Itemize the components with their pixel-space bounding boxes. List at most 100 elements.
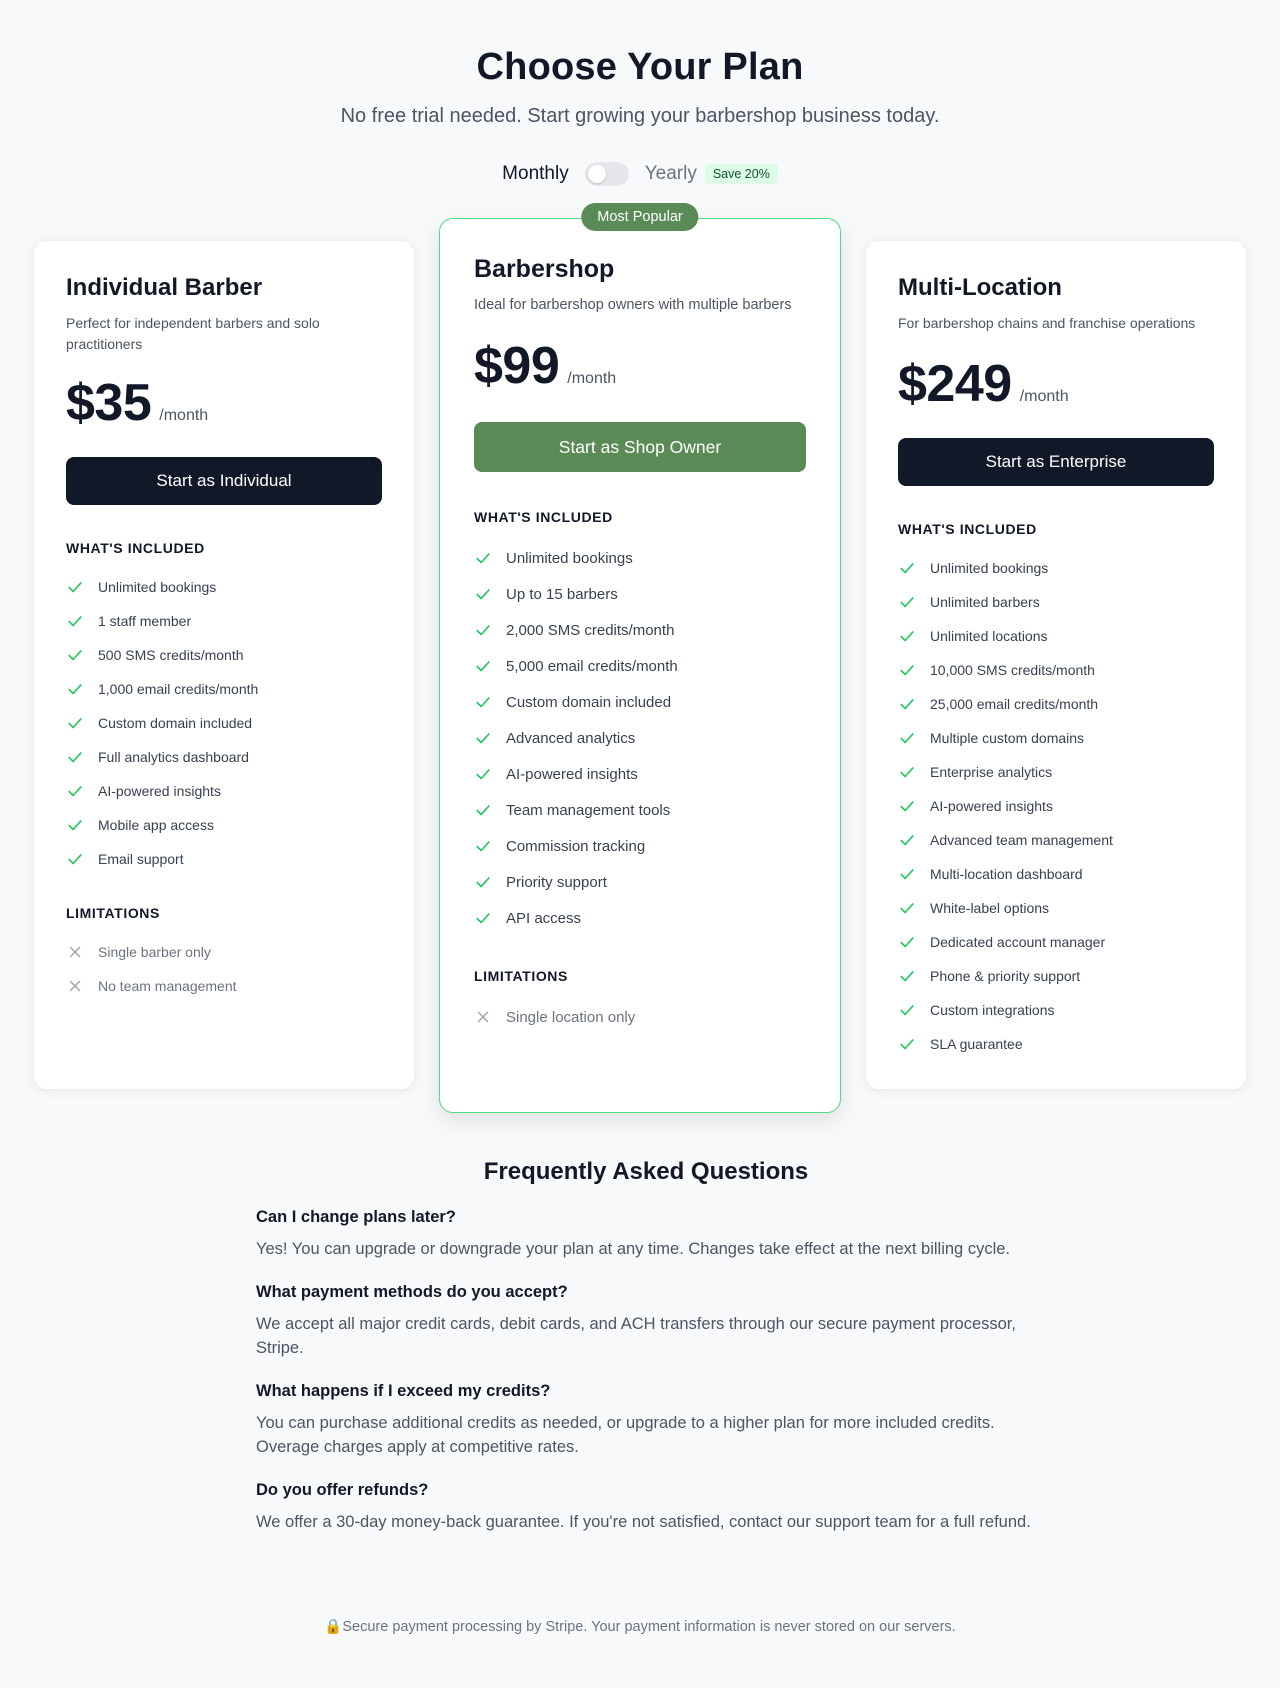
- check-icon: [900, 767, 914, 778]
- start-shop-owner-button[interactable]: Start as Shop Owner: [474, 422, 806, 472]
- feature-item: AI-powered insights: [66, 774, 382, 808]
- feature-item: API access: [474, 900, 806, 936]
- faq-item: What happens if I exceed my credits? You …: [256, 1382, 1036, 1459]
- feature-text: Up to 15 barbers: [506, 585, 618, 603]
- plan-period: /month: [567, 370, 617, 387]
- feature-item: Custom integrations: [898, 993, 1214, 1027]
- check-icon: [476, 697, 490, 708]
- faq-item: Can I change plans later? Yes! You can up…: [256, 1208, 1036, 1261]
- check-icon: [900, 699, 914, 710]
- limitation-text: No team management: [98, 978, 237, 994]
- check-icon: [900, 631, 914, 642]
- check-icon: [900, 869, 914, 880]
- plan-card-individual: Individual Barber Perfect for independen…: [33, 240, 415, 1090]
- faq-section: Frequently Asked Questions Can I change …: [256, 1158, 1036, 1534]
- save-badge: Save 20%: [704, 164, 778, 184]
- price-row: $35 /month: [66, 373, 382, 433]
- feature-text: Mobile app access: [98, 817, 214, 833]
- check-icon: [68, 650, 82, 661]
- feature-text: 1 staff member: [98, 613, 192, 629]
- feature-text: Dedicated account manager: [930, 934, 1106, 950]
- feature-item: Multi-location dashboard: [898, 857, 1214, 891]
- feature-item: Multiple custom domains: [898, 721, 1214, 755]
- feature-text: 10,000 SMS credits/month: [930, 662, 1095, 678]
- check-icon: [476, 805, 490, 816]
- feature-item: Unlimited bookings: [66, 570, 382, 604]
- feature-text: Phone & priority support: [930, 968, 1081, 984]
- check-icon: [900, 835, 914, 846]
- check-icon: [68, 616, 82, 627]
- feature-text: 2,000 SMS credits/month: [506, 621, 675, 639]
- limitation-text: Single barber only: [98, 944, 211, 960]
- included-heading: WHAT'S INCLUDED: [898, 521, 1037, 537]
- included-heading: WHAT'S INCLUDED: [66, 540, 205, 556]
- feature-item: Custom domain included: [66, 706, 382, 740]
- limitation-text: Single location only: [506, 1008, 636, 1026]
- faq-question: Do you offer refunds?: [256, 1481, 429, 1499]
- billing-yearly-label[interactable]: Yearly: [645, 163, 697, 185]
- feature-list: Unlimited bookings Unlimited barbers Unlim…: [898, 551, 1214, 1061]
- limitation-item: Single location only: [474, 999, 806, 1035]
- feature-text: Multiple custom domains: [930, 730, 1085, 746]
- feature-item: SLA guarantee: [898, 1027, 1214, 1061]
- feature-item: Advanced team management: [898, 823, 1214, 857]
- feature-item: AI-powered insights: [898, 789, 1214, 823]
- feature-text: AI-powered insights: [506, 765, 638, 783]
- check-icon: [900, 801, 914, 812]
- check-icon: [68, 684, 82, 695]
- check-icon: [476, 661, 490, 672]
- feature-text: Priority support: [506, 873, 607, 891]
- check-icon: [68, 752, 82, 763]
- feature-text: Custom domain included: [506, 693, 672, 711]
- feature-text: AI-powered insights: [98, 783, 221, 799]
- check-icon: [900, 903, 914, 914]
- check-icon: [476, 769, 490, 780]
- plan-price: $35: [66, 374, 152, 432]
- feature-item: Full analytics dashboard: [66, 740, 382, 774]
- feature-item: Phone & priority support: [898, 959, 1214, 993]
- security-note-text: Secure payment processing by Stripe. You…: [342, 1619, 956, 1635]
- feature-text: 1,000 email credits/month: [98, 681, 259, 697]
- faq-answer: We accept all major credit cards, debit …: [256, 1315, 1016, 1357]
- check-icon: [476, 553, 490, 564]
- start-individual-button[interactable]: Start as Individual: [66, 457, 382, 505]
- feature-item: Enterprise analytics: [898, 755, 1214, 789]
- faq-answer: You can purchase additional credits as n…: [256, 1414, 995, 1456]
- page-title: Choose Your Plan: [476, 46, 804, 88]
- plan-description: For barbershop chains and franchise oper…: [898, 315, 1196, 331]
- feature-text: Commission tracking: [506, 837, 646, 855]
- plan-price: $249: [898, 355, 1012, 413]
- feature-item: 25,000 email credits/month: [898, 687, 1214, 721]
- check-icon: [900, 665, 914, 676]
- feature-item: 1,000 email credits/month: [66, 672, 382, 706]
- x-icon: [477, 1011, 489, 1023]
- feature-text: Advanced analytics: [506, 729, 636, 747]
- check-icon: [900, 937, 914, 948]
- faq-title: Frequently Asked Questions: [483, 1158, 809, 1185]
- check-icon: [68, 718, 82, 729]
- feature-item: Email support: [66, 842, 382, 876]
- feature-text: 5,000 email credits/month: [506, 657, 678, 675]
- lock-icon: 🔒: [324, 1619, 343, 1635]
- feature-item: White-label options: [898, 891, 1214, 925]
- check-icon: [900, 733, 914, 744]
- feature-item: Up to 15 barbers: [474, 576, 806, 612]
- feature-text: 25,000 email credits/month: [930, 696, 1099, 712]
- start-enterprise-button[interactable]: Start as Enterprise: [898, 438, 1214, 486]
- x-icon: [69, 946, 81, 958]
- faq-question: What happens if I exceed my credits?: [256, 1382, 551, 1400]
- check-icon: [68, 854, 82, 865]
- most-popular-badge: Most Popular: [581, 203, 699, 231]
- feature-item: Custom domain included: [474, 684, 806, 720]
- feature-item: Unlimited locations: [898, 619, 1214, 653]
- feature-text: Unlimited locations: [930, 628, 1048, 644]
- feature-item: Mobile app access: [66, 808, 382, 842]
- page-subtitle: No free trial needed. Start growing your…: [340, 105, 940, 127]
- feature-item: 1 staff member: [66, 604, 382, 638]
- check-icon: [68, 582, 82, 593]
- feature-text: API access: [506, 909, 582, 927]
- billing-monthly-label[interactable]: Monthly: [502, 163, 569, 185]
- limitations-list: Single barber only No team management: [66, 935, 382, 1003]
- faq-list: Can I change plans later? Yes! You can up…: [256, 1208, 1036, 1534]
- billing-period-toggle[interactable]: [584, 162, 629, 186]
